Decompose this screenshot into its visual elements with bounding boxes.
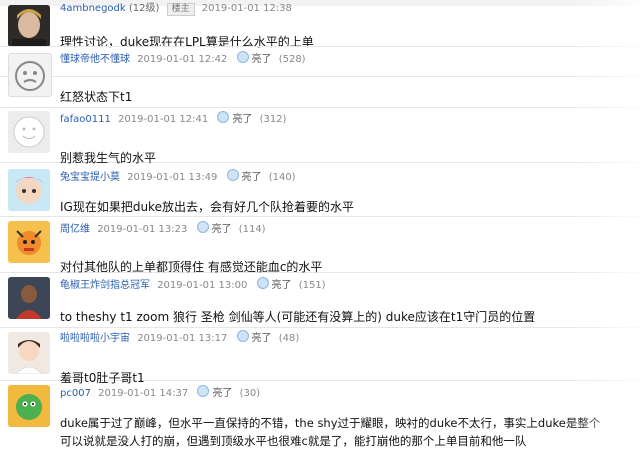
- like-label: 亮了: [232, 114, 253, 125]
- like-label: 亮了: [241, 172, 262, 183]
- bulb-icon: [226, 169, 239, 181]
- like-button[interactable]: 亮了: [197, 385, 233, 399]
- comment-text: IG现在如果把duke放出去，会有好几个队抢着要的水平: [60, 200, 354, 214]
- comment-row: 兔宝宝提小莫 2019-01-01 13:49 亮了 (140) IG现在如果把…: [0, 163, 640, 217]
- bulb-icon: [197, 385, 210, 397]
- username[interactable]: 懂球帝他不懂球: [60, 54, 130, 65]
- avatar[interactable]: [8, 5, 50, 47]
- comment-row: 龟椒王炸剑指总冠军 2019-01-01 13:00 亮了 (151) to t…: [0, 273, 640, 328]
- avatar[interactable]: [8, 385, 50, 427]
- like-count: (48): [278, 333, 300, 344]
- comment-row: 懂球帝他不懂球 2019-01-01 12:42 亮了 (528) 红怒状态下t…: [0, 46, 640, 108]
- like-label: 亮了: [251, 333, 272, 344]
- username[interactable]: 啦啦啦啦小宇宙: [60, 333, 130, 344]
- like-count: (140): [268, 172, 296, 183]
- bulb-icon: [196, 221, 209, 233]
- comment-text-line-2: 可以说就是没人打的崩，但遇到顶级水平也很难c就是了，能打崩他的那个上单目前和他一…: [60, 434, 527, 448]
- comment-text: duke属于过了巅峰，但水平一直保持的不错，the shy过于耀眼，映衬的duk…: [60, 416, 601, 430]
- avatar[interactable]: [8, 53, 52, 97]
- timestamp: 2019-01-01 14:37: [98, 388, 189, 399]
- username[interactable]: fafao0111: [60, 114, 111, 125]
- username[interactable]: 4ambnegodk: [60, 3, 126, 14]
- timestamp: 2019-01-01 13:49: [127, 172, 218, 183]
- avatar[interactable]: [8, 221, 50, 263]
- bulb-icon: [217, 111, 230, 123]
- like-count: (151): [298, 280, 326, 291]
- timestamp: 2019-01-01 12:41: [118, 114, 209, 125]
- like-label: 亮了: [212, 388, 233, 399]
- like-button[interactable]: 亮了: [236, 51, 272, 65]
- timestamp: 2019-01-01 12:38: [201, 3, 292, 14]
- edge-fade: [568, 0, 640, 453]
- like-button[interactable]: 亮了: [226, 169, 262, 183]
- comment-text: to theshy t1 zoom 狼行 圣枪 剑仙等人(可能还有没算上的) d…: [60, 310, 536, 324]
- like-count: (528): [278, 54, 306, 65]
- avatar[interactable]: [8, 111, 50, 153]
- like-button[interactable]: 亮了: [196, 221, 232, 235]
- avatar[interactable]: [8, 332, 50, 374]
- timestamp: 2019-01-01 12:42: [137, 54, 228, 65]
- bulb-icon: [236, 51, 249, 63]
- comment-row: 周亿维 2019-01-01 13:23 亮了 (114) 对付其他队的上单都顶…: [0, 217, 640, 274]
- op-badge: 楼主: [166, 3, 195, 16]
- timestamp: 2019-01-01 13:23: [97, 224, 188, 235]
- like-label: 亮了: [271, 280, 292, 291]
- timestamp: 2019-01-01 13:17: [137, 333, 228, 344]
- comment-row: pc007 2019-01-01 14:37 亮了 (30) duke属于过了巅…: [0, 381, 640, 453]
- avatar[interactable]: [8, 169, 50, 211]
- like-label: 亮了: [211, 224, 232, 235]
- like-button[interactable]: 亮了: [236, 330, 272, 344]
- timestamp: 2019-01-01 13:00: [157, 280, 248, 291]
- avatar[interactable]: [8, 277, 50, 319]
- comment-text: 红怒状态下t1: [60, 90, 133, 104]
- like-button[interactable]: 亮了: [217, 111, 253, 125]
- like-count: (114): [238, 224, 266, 235]
- username[interactable]: pc007: [60, 388, 91, 399]
- bulb-icon: [256, 277, 269, 289]
- user-level: (12级): [128, 3, 160, 14]
- username[interactable]: 龟椒王炸剑指总冠军: [60, 280, 150, 291]
- comment-row: 啦啦啦啦小宇宙 2019-01-01 13:17 亮了 (48) 羞哥t0肚子哥…: [0, 328, 640, 385]
- username[interactable]: 兔宝宝提小莫: [60, 172, 120, 183]
- like-count: (30): [239, 388, 261, 399]
- comment-row: fafao0111 2019-01-01 12:41 亮了 (312) 别惹我生…: [0, 107, 640, 165]
- bulb-icon: [236, 330, 249, 342]
- like-label: 亮了: [251, 54, 272, 65]
- like-button[interactable]: 亮了: [256, 277, 292, 291]
- like-count: (312): [259, 114, 287, 125]
- username[interactable]: 周亿维: [60, 224, 90, 235]
